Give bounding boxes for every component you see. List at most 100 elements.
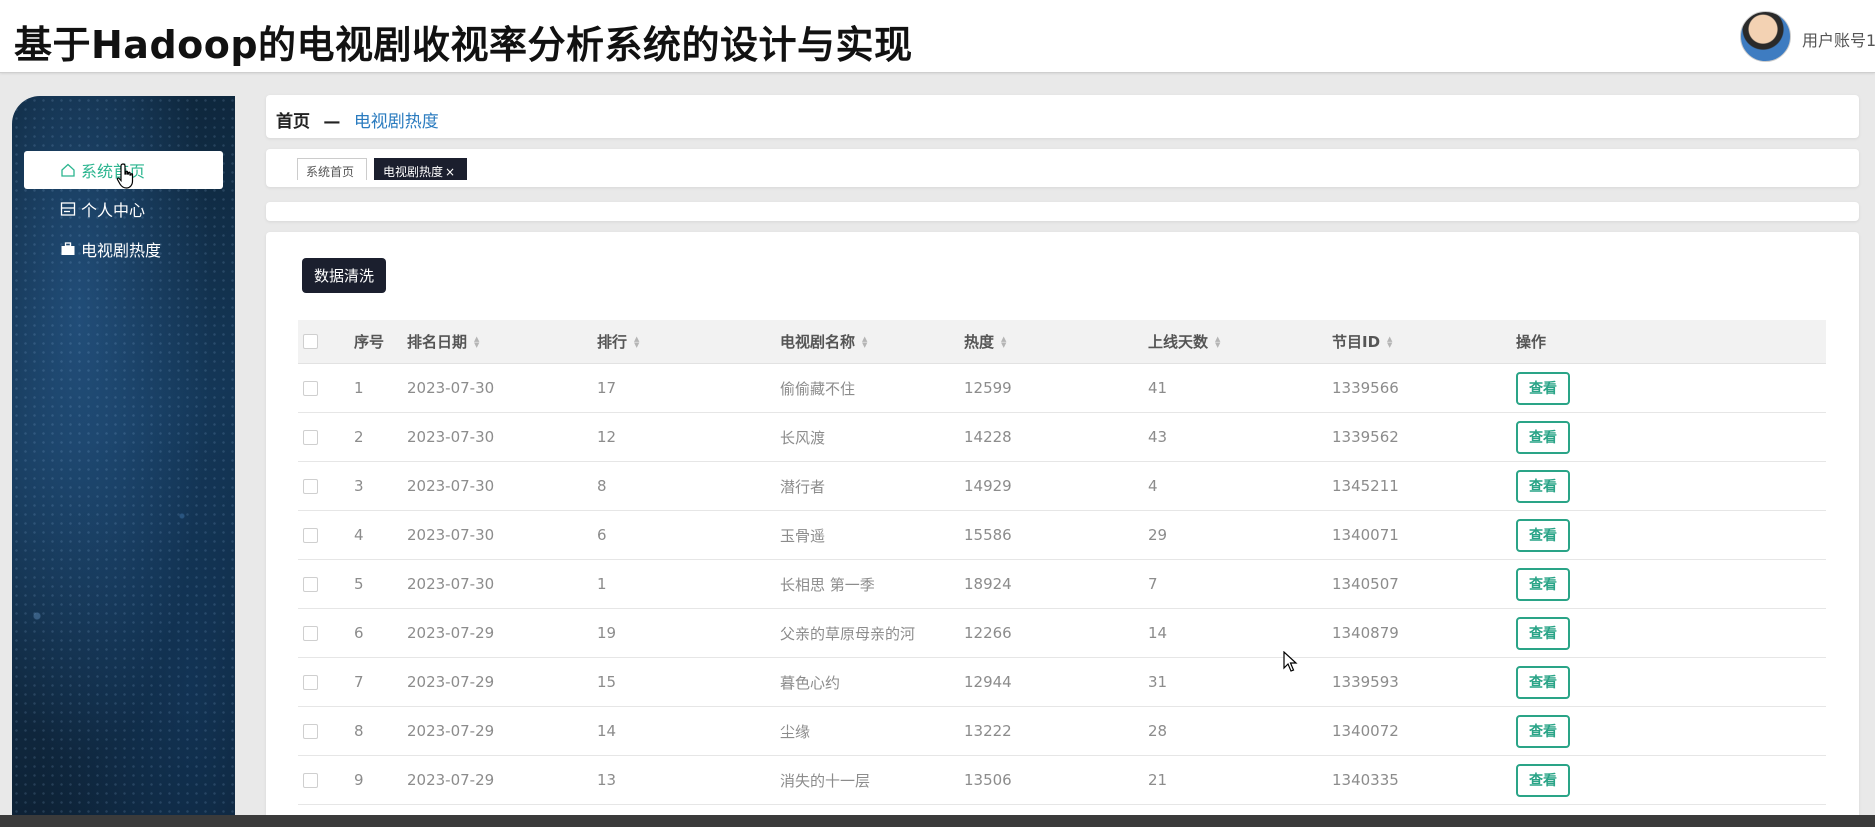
cell-index: 5 <box>354 575 364 593</box>
row-checkbox[interactable] <box>303 625 318 641</box>
cell-index: 1 <box>354 379 364 397</box>
cell-index: 6 <box>354 624 364 642</box>
view-button[interactable]: 查看 <box>1516 371 1570 405</box>
cell-date: 2023-07-29 <box>407 771 495 789</box>
sort-icon[interactable]: ▲ ▼ <box>474 335 479 348</box>
cell-rank: 14 <box>597 722 617 740</box>
cell-date: 2023-07-29 <box>407 722 495 740</box>
cell-name: 父亲的草原母亲的河 <box>780 624 916 643</box>
cell-days: 29 <box>1148 526 1168 544</box>
header-date[interactable]: 排名日期 ▲ ▼ <box>407 320 479 363</box>
cell-name: 尘缘 <box>780 722 811 741</box>
row-checkbox[interactable] <box>303 576 318 592</box>
sidebar-item-label: 电视剧热度 <box>81 241 162 260</box>
cell-program-id: 1340335 <box>1332 771 1399 789</box>
cell-index: 7 <box>354 673 364 691</box>
view-button[interactable]: 查看 <box>1516 763 1570 797</box>
table-body: 1 2023-07-30 17 偷偷藏不住 12599 41 1339566 查看 2 2023-… <box>298 364 1826 805</box>
header-action: 操作 <box>1516 333 1547 351</box>
avatar[interactable] <box>1740 11 1791 62</box>
cell-name: 玉骨遥 <box>780 526 826 545</box>
row-checkbox[interactable] <box>303 380 318 396</box>
hand-cursor-icon <box>116 163 134 189</box>
home-icon <box>59 161 77 179</box>
row-checkbox[interactable] <box>303 674 318 690</box>
cell-rank: 15 <box>597 673 617 691</box>
cell-days: 7 <box>1148 575 1158 593</box>
breadcrumb: 首页 — 电视剧热度 <box>276 107 439 132</box>
cell-name: 消失的十一层 <box>780 771 871 790</box>
user-name[interactable]: 用户账号1 <box>1802 27 1875 51</box>
cell-rank: 1 <box>597 575 607 593</box>
data-clean-button[interactable]: 数据清洗 <box>302 258 386 293</box>
cell-heat: 13222 <box>964 722 1012 740</box>
sort-icon[interactable]: ▲ ▼ <box>862 335 867 348</box>
cell-rank: 19 <box>597 624 617 642</box>
header-heat[interactable]: 热度 ▲ ▼ <box>964 320 1006 363</box>
sort-icon[interactable]: ▲ ▼ <box>1387 335 1392 348</box>
cell-date: 2023-07-30 <box>407 428 495 446</box>
profile-card-icon <box>59 200 77 218</box>
search-bar-panel <box>266 202 1859 221</box>
view-button[interactable]: 查看 <box>1516 469 1570 503</box>
sort-icon[interactable]: ▲ ▼ <box>1001 335 1006 348</box>
view-button[interactable]: 查看 <box>1516 420 1570 454</box>
row-checkbox[interactable] <box>303 478 318 494</box>
view-button[interactable]: 查看 <box>1516 714 1570 748</box>
table-row: 2 2023-07-30 12 长风渡 14228 43 1339562 查看 <box>298 413 1826 462</box>
row-checkbox[interactable] <box>303 723 318 739</box>
tab-label: 系统首页 <box>306 165 355 179</box>
table-row: 3 2023-07-30 8 潜行者 14929 4 1345211 查看 <box>298 462 1826 511</box>
cell-index: 4 <box>354 526 364 544</box>
close-icon[interactable]: × <box>445 165 455 179</box>
cell-heat: 15586 <box>964 526 1012 544</box>
tabs-bar: 系统首页 电视剧热度 × <box>266 149 1859 187</box>
view-button[interactable]: 查看 <box>1516 665 1570 699</box>
cell-heat: 12599 <box>964 379 1012 397</box>
sidebar-item-label: 个人中心 <box>81 201 146 220</box>
header-days[interactable]: 上线天数 ▲ ▼ <box>1148 320 1220 363</box>
table-row: 8 2023-07-29 14 尘缘 13222 28 1340072 查看 <box>298 707 1826 756</box>
header-name[interactable]: 电视剧名称 ▲ ▼ <box>780 320 867 363</box>
top-header: 基于Hadoop的电视剧收视率分析系统的设计与实现 用户账号1 <box>0 0 1875 73</box>
cell-date: 2023-07-29 <box>407 673 495 691</box>
tab-label: 电视剧热度 <box>383 165 444 179</box>
tab-tv-heat[interactable]: 电视剧热度 × <box>374 158 467 180</box>
cell-rank: 8 <box>597 477 607 495</box>
sidebar-item-tv-heat[interactable]: 电视剧热度 <box>24 230 223 268</box>
cell-days: 41 <box>1148 379 1168 397</box>
cell-date: 2023-07-30 <box>407 379 495 397</box>
cell-name: 长相思 第一季 <box>780 575 875 594</box>
sidebar: 系统首页 个人中心 电视剧热度 <box>12 96 235 827</box>
cell-heat: 12266 <box>964 624 1012 642</box>
row-checkbox[interactable] <box>303 429 318 445</box>
cell-heat: 14929 <box>964 477 1012 495</box>
briefcase-icon <box>59 240 77 258</box>
sidebar-item-profile[interactable]: 个人中心 <box>24 190 223 228</box>
cell-days: 28 <box>1148 722 1168 740</box>
header-rank[interactable]: 排行 ▲ ▼ <box>597 320 639 363</box>
row-checkbox[interactable] <box>303 527 318 543</box>
cell-rank: 6 <box>597 526 607 544</box>
sort-icon[interactable]: ▲ ▼ <box>1215 335 1220 348</box>
header-program-id[interactable]: 节目ID ▲ ▼ <box>1332 320 1392 363</box>
sort-icon[interactable]: ▲ ▼ <box>634 335 639 348</box>
cell-rank: 12 <box>597 428 617 446</box>
row-checkbox[interactable] <box>303 772 318 788</box>
select-all-checkbox[interactable] <box>303 334 318 349</box>
view-button[interactable]: 查看 <box>1516 567 1570 601</box>
header-index: 序号 <box>354 333 385 351</box>
breadcrumb-home[interactable]: 首页 <box>276 112 310 132</box>
cell-index: 8 <box>354 722 364 740</box>
cell-program-id: 1345211 <box>1332 477 1399 495</box>
tab-home[interactable]: 系统首页 <box>297 158 367 180</box>
view-button[interactable]: 查看 <box>1516 616 1570 650</box>
cell-date: 2023-07-30 <box>407 526 495 544</box>
cell-heat: 18924 <box>964 575 1012 593</box>
cell-days: 21 <box>1148 771 1168 789</box>
cell-days: 31 <box>1148 673 1168 691</box>
cell-rank: 13 <box>597 771 617 789</box>
view-button[interactable]: 查看 <box>1516 518 1570 552</box>
cell-date: 2023-07-30 <box>407 575 495 593</box>
cell-heat: 14228 <box>964 428 1012 446</box>
